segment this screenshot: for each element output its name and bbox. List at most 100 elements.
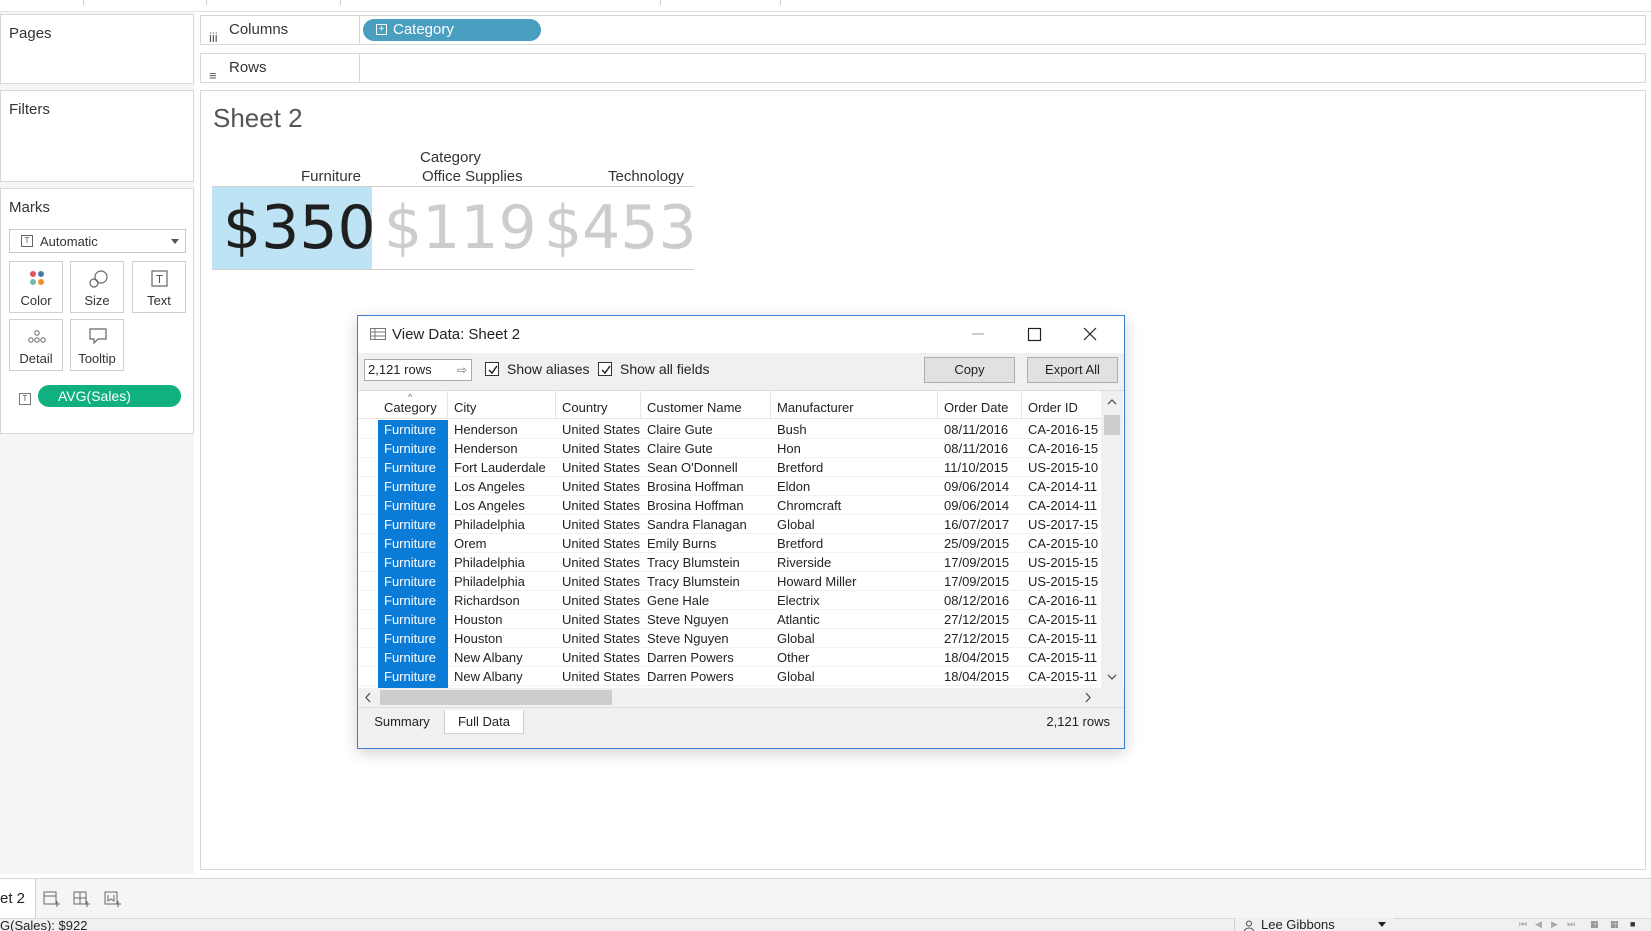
table-cell[interactable]: 11/10/2015	[938, 458, 1022, 477]
table-cell[interactable]: Bretford	[771, 534, 938, 553]
table-cell[interactable]: United States	[556, 572, 641, 591]
table-cell[interactable]: Steve Nguyen	[641, 629, 771, 648]
copy-button[interactable]: Copy	[924, 357, 1015, 383]
table-cell[interactable]: United States	[556, 420, 641, 439]
table-cell[interactable]: Claire Gute	[641, 439, 771, 458]
table-cell[interactable]: Philadelphia	[448, 515, 556, 534]
pages-card[interactable]: Pages	[0, 14, 194, 84]
table-cell[interactable]: 08/11/2016	[938, 420, 1022, 439]
table-cell[interactable]: Gene Hale	[641, 591, 771, 610]
table-row[interactable]: Furniture Philadelphia United States Sandra…	[358, 515, 1098, 534]
avg-sales-pill[interactable]: AVG(Sales)	[38, 385, 181, 407]
vertical-scroll-thumb[interactable]	[1104, 415, 1120, 435]
table-cell[interactable]: Furniture	[378, 629, 448, 648]
table-cell[interactable]: Howard Miller	[771, 572, 938, 591]
first-sheet-icon[interactable]: ⏮	[1519, 919, 1529, 930]
scroll-up-icon[interactable]	[1101, 394, 1123, 410]
table-cell[interactable]: 25/09/2015	[938, 534, 1022, 553]
table-cell[interactable]: 17/09/2015	[938, 553, 1022, 572]
table-cell[interactable]: United States	[556, 591, 641, 610]
table-cell[interactable]: Furniture	[378, 648, 448, 667]
table-cell[interactable]: United States	[556, 534, 641, 553]
table-cell[interactable]: Furniture	[378, 420, 448, 439]
table-cell[interactable]: CA-2016-15	[1022, 439, 1102, 458]
table-cell[interactable]: New Albany	[448, 648, 556, 667]
last-sheet-icon[interactable]: ⏭	[1567, 919, 1577, 930]
table-cell[interactable]: Sandra Flanagan	[641, 515, 771, 534]
size-button[interactable]: Size	[70, 261, 124, 313]
horizontal-scrollbar[interactable]	[358, 688, 1124, 707]
show-tabs-icon[interactable]: ■	[1630, 919, 1640, 930]
table-cell[interactable]: Global	[771, 629, 938, 648]
show-all-fields-label[interactable]: Show all fields	[620, 361, 710, 377]
table-cell[interactable]: 18/04/2015	[938, 648, 1022, 667]
table-cell[interactable]: Furniture	[378, 572, 448, 591]
minimize-icon[interactable]	[956, 320, 1000, 348]
table-cell[interactable]: CA-2014-11	[1022, 496, 1102, 515]
table-cell[interactable]: Furniture	[378, 458, 448, 477]
value-technology[interactable]: $453	[544, 187, 697, 269]
tab-full-data[interactable]: Full Data	[444, 710, 524, 734]
table-row[interactable]: Furniture Philadelphia United States Tracy …	[358, 553, 1098, 572]
table-cell[interactable]: Global	[771, 667, 938, 686]
maximize-icon[interactable]	[1012, 320, 1056, 348]
filters-card[interactable]: Filters	[0, 90, 194, 182]
table-cell[interactable]: United States	[556, 439, 641, 458]
show-filmstrip-icon[interactable]: ▦	[1590, 919, 1600, 930]
new-story-icon[interactable]	[101, 887, 125, 911]
table-cell[interactable]: New Albany	[448, 667, 556, 686]
table-cell[interactable]: Houston	[448, 610, 556, 629]
table-cell[interactable]: Brosina Hoffman	[641, 477, 771, 496]
table-row[interactable]: Furniture Los Angeles United States Brosina…	[358, 477, 1098, 496]
table-cell[interactable]: US-2015-15	[1022, 553, 1102, 572]
table-cell[interactable]: Bush	[771, 420, 938, 439]
user-menu[interactable]: Lee Gibbons	[1234, 918, 1394, 931]
table-cell[interactable]: Emily Burns	[641, 534, 771, 553]
table-cell[interactable]: Furniture	[378, 667, 448, 686]
table-cell[interactable]: Steve Nguyen	[641, 610, 771, 629]
color-button[interactable]: Color	[9, 261, 63, 313]
table-cell[interactable]: United States	[556, 477, 641, 496]
table-row[interactable]: Furniture Orem United States Emily Burns Bre…	[358, 534, 1098, 553]
scroll-down-icon[interactable]	[1101, 669, 1123, 685]
table-cell[interactable]: 18/04/2015	[938, 667, 1022, 686]
expand-plus-icon[interactable]: +	[376, 24, 387, 35]
rows-input[interactable]: 2,121 rows ⇨	[364, 359, 472, 381]
table-cell[interactable]: CA-2015-11	[1022, 667, 1102, 686]
table-cell[interactable]: Furniture	[378, 610, 448, 629]
table-cell[interactable]: Furniture	[378, 515, 448, 534]
table-cell[interactable]: Global	[771, 515, 938, 534]
table-cell[interactable]: United States	[556, 629, 641, 648]
grid-column-header[interactable]: Manufacturer	[771, 391, 938, 419]
value-furniture[interactable]: $350	[223, 187, 376, 269]
table-cell[interactable]: 27/12/2015	[938, 610, 1022, 629]
table-cell[interactable]: Furniture	[378, 553, 448, 572]
value-office-supplies[interactable]: $119	[384, 187, 537, 269]
table-cell[interactable]: US-2015-10	[1022, 458, 1102, 477]
table-cell[interactable]: CA-2016-11	[1022, 591, 1102, 610]
table-cell[interactable]: US-2017-15	[1022, 515, 1102, 534]
sheet-tab-active[interactable]: et 2	[0, 879, 36, 919]
table-row[interactable]: Furniture Henderson United States Claire Gu…	[358, 439, 1098, 458]
table-cell[interactable]: Atlantic	[771, 610, 938, 629]
table-cell[interactable]: Furniture	[378, 591, 448, 610]
table-cell[interactable]: Philadelphia	[448, 553, 556, 572]
table-cell[interactable]: 17/09/2015	[938, 572, 1022, 591]
table-cell[interactable]: CA-2014-11	[1022, 477, 1102, 496]
table-cell[interactable]: Furniture	[378, 496, 448, 515]
table-cell[interactable]: 16/07/2017	[938, 515, 1022, 534]
table-cell[interactable]: CA-2015-11	[1022, 648, 1102, 667]
header-technology[interactable]: Technology	[608, 168, 684, 185]
prev-sheet-icon[interactable]: ◀	[1535, 919, 1545, 930]
table-cell[interactable]: Henderson	[448, 420, 556, 439]
table-cell[interactable]: Darren Powers	[641, 648, 771, 667]
new-worksheet-icon[interactable]	[40, 887, 64, 911]
arrow-right-icon[interactable]: ⇨	[457, 360, 467, 380]
table-cell[interactable]: Henderson	[448, 439, 556, 458]
table-cell[interactable]: Tracy Blumstein	[641, 553, 771, 572]
grid-column-header[interactable]: Category	[378, 391, 448, 419]
table-row[interactable]: Furniture New Albany United States Darren P…	[358, 667, 1098, 686]
table-row[interactable]: Furniture Los Angeles United States Brosina…	[358, 496, 1098, 515]
table-row[interactable]: Furniture Fort Lauderdale United States Sea…	[358, 458, 1098, 477]
table-cell[interactable]: Houston	[448, 629, 556, 648]
